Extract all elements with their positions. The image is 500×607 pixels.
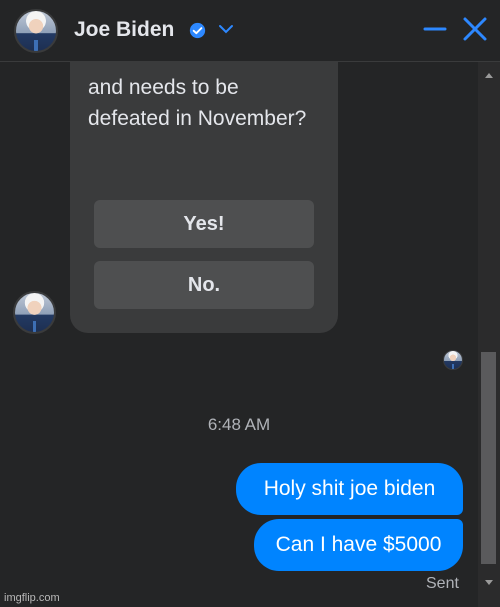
scrollbar-thumb[interactable] — [481, 352, 496, 564]
delivery-status: Sent — [426, 575, 459, 592]
chat-header: Joe Biden — [0, 0, 500, 62]
message-card: and needs to be defeated in November? Ye… — [70, 62, 338, 333]
seen-indicator-avatar — [443, 350, 463, 370]
message-card-viewport: and needs to be defeated in November? Ye… — [70, 62, 338, 333]
contact-avatar[interactable] — [14, 9, 58, 53]
verified-badge-icon — [189, 22, 206, 39]
option-no-button[interactable]: No. — [94, 261, 314, 309]
scroll-down-arrow-icon[interactable] — [484, 578, 494, 588]
contact-name[interactable]: Joe Biden — [74, 18, 174, 42]
scroll-up-arrow-icon[interactable] — [484, 70, 494, 80]
message-card-text: and needs to be defeated in November? — [88, 76, 307, 130]
close-icon[interactable] — [462, 16, 488, 42]
chevron-down-icon[interactable] — [218, 22, 234, 36]
scrollbar[interactable] — [478, 62, 500, 607]
option-yes-button[interactable]: Yes! — [94, 200, 314, 248]
sent-message-bubble[interactable]: Holy shit joe biden — [236, 463, 463, 515]
sent-message-bubble[interactable]: Can I have $5000 — [254, 519, 463, 571]
minimize-icon[interactable] — [423, 17, 447, 41]
watermark: imgflip.com — [4, 592, 60, 604]
sender-avatar — [13, 291, 56, 334]
message-timestamp: 6:48 AM — [207, 415, 271, 434]
